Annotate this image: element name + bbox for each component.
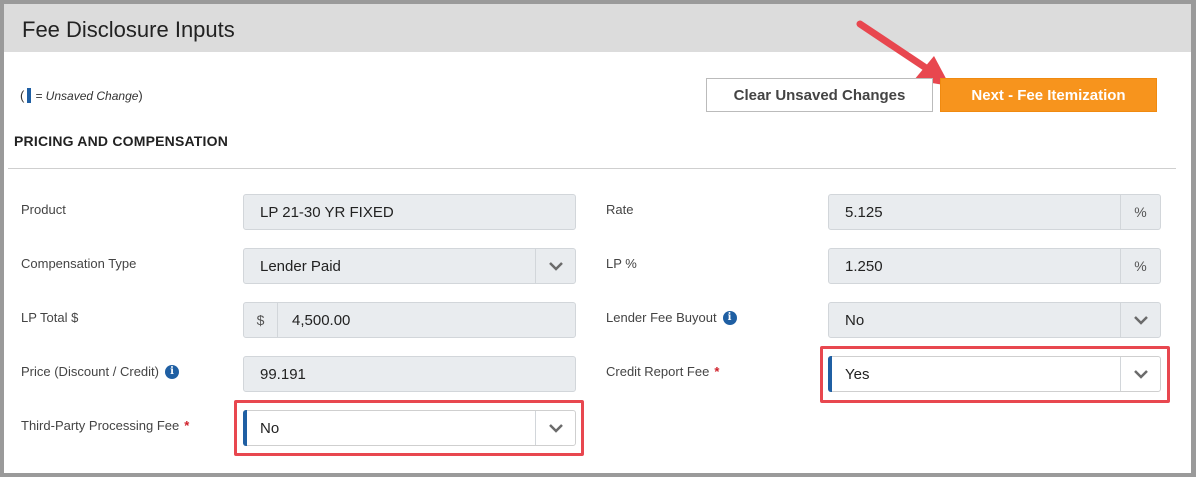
info-icon[interactable]: i xyxy=(164,364,179,379)
lender-fee-buyout-label: Lender Fee Buyout i xyxy=(606,310,737,325)
chevron-down-icon[interactable] xyxy=(1120,303,1160,337)
legend-close-paren: ) xyxy=(138,88,143,103)
compensation-type-label-text: Compensation Type xyxy=(21,256,137,271)
lp-percent-label-text: LP % xyxy=(606,256,637,271)
unsaved-marker-icon xyxy=(27,88,32,103)
window-frame xyxy=(0,0,1196,477)
rate-value: 5.125 xyxy=(845,203,883,221)
unsaved-legend: ( = Unsaved Change ) xyxy=(20,88,143,103)
percent-suffix: % xyxy=(1120,195,1160,229)
page-header: Fee Disclosure Inputs xyxy=(4,4,1191,52)
lp-percent-field: 1.250 % xyxy=(828,248,1161,284)
legend-text: = Unsaved Change xyxy=(35,88,139,103)
rate-field: 5.125 % xyxy=(828,194,1161,230)
third-party-fee-label: Third-Party Processing Fee * xyxy=(21,418,189,433)
product-field: LP 21-30 YR FIXED xyxy=(243,194,576,230)
lp-total-value: 4,500.00 xyxy=(292,311,351,329)
next-fee-itemization-button[interactable]: Next - Fee Itemization xyxy=(940,78,1157,112)
lender-fee-buyout-label-text: Lender Fee Buyout xyxy=(606,310,717,325)
rate-label-text: Rate xyxy=(606,202,634,217)
lp-percent-label: LP % xyxy=(606,256,637,271)
percent-suffix: % xyxy=(1120,249,1160,283)
section-divider xyxy=(8,168,1176,169)
credit-report-fee-highlight xyxy=(820,346,1170,403)
info-icon[interactable]: i xyxy=(722,310,737,325)
required-marker: * xyxy=(184,418,190,433)
lp-total-label-text: LP Total $ xyxy=(21,310,79,325)
required-marker: * xyxy=(714,364,720,379)
rate-label: Rate xyxy=(606,202,633,217)
price-value: 99.191 xyxy=(260,365,306,383)
third-party-fee-label-text: Third-Party Processing Fee xyxy=(21,418,180,433)
dollar-prefix: $ xyxy=(244,303,278,337)
lp-total-label: LP Total $ xyxy=(21,310,78,325)
page-title: Fee Disclosure Inputs xyxy=(22,17,235,42)
clear-unsaved-changes-button[interactable]: Clear Unsaved Changes xyxy=(706,78,933,112)
compensation-type-label: Compensation Type xyxy=(21,256,136,271)
lp-percent-value: 1.250 xyxy=(845,257,883,275)
credit-report-fee-label-text: Credit Report Fee xyxy=(606,364,710,379)
chevron-down-icon[interactable] xyxy=(535,249,575,283)
credit-report-fee-label: Credit Report Fee * xyxy=(606,364,719,379)
price-label: Price (Discount / Credit) i xyxy=(21,364,179,379)
product-label: Product xyxy=(21,202,66,217)
product-label-text: Product xyxy=(21,202,66,217)
price-label-text: Price (Discount / Credit) xyxy=(21,364,159,379)
section-title: PRICING AND COMPENSATION xyxy=(14,133,229,149)
price-field: 99.191 xyxy=(243,356,576,392)
legend-open-paren: ( xyxy=(20,88,25,103)
lender-fee-buyout-select[interactable]: No xyxy=(828,302,1161,338)
product-value: LP 21-30 YR FIXED xyxy=(260,203,394,221)
compensation-type-value: Lender Paid xyxy=(260,257,341,275)
lp-total-field: $ 4,500.00 xyxy=(243,302,576,338)
third-party-fee-highlight xyxy=(234,400,584,456)
compensation-type-select[interactable]: Lender Paid xyxy=(243,248,576,284)
lender-fee-buyout-value: No xyxy=(845,311,865,329)
